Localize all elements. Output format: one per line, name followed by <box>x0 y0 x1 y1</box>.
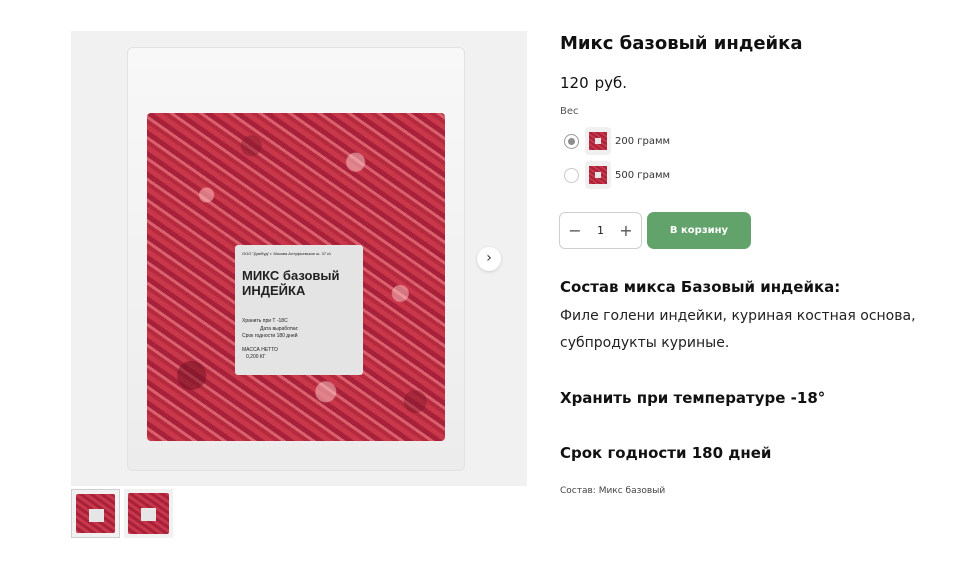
product-price: 120 руб. <box>560 74 627 92</box>
weight-option-label: Вес <box>560 106 579 117</box>
plus-icon[interactable]: + <box>619 221 633 241</box>
weight-option-500[interactable]: 500 грамм <box>564 160 670 190</box>
price-currency: руб. <box>594 74 628 92</box>
chevron-right-icon: › <box>486 250 492 266</box>
package-label: ООО "ДикФуд" г. Москва Алтуфьевское ш. 3… <box>235 245 363 375</box>
thumbnail-image <box>76 494 115 533</box>
quantity-value[interactable]: 1 <box>597 224 604 237</box>
package-image: ООО "ДикФуд" г. Москва Алтуфьевское ш. 3… <box>127 47 465 471</box>
product-title: Микс базовый индейка <box>560 33 803 54</box>
label-mass-value: 0,200 КГ <box>246 354 266 360</box>
composition-note: Состав: Микс базовый <box>560 486 666 496</box>
radio-button[interactable] <box>564 167 579 183</box>
option-label: 500 грамм <box>615 169 671 181</box>
option-label: 200 грамм <box>615 135 671 147</box>
gallery-thumbnail-1[interactable] <box>71 489 120 538</box>
radio-button-selected[interactable] <box>564 133 579 149</box>
label-production-date: Дата выработки: <box>260 326 299 332</box>
add-to-cart-button[interactable]: В корзину <box>647 212 751 249</box>
option-thumbnail <box>585 161 611 189</box>
composition-heading: Состав микса Базовый индейка: <box>560 278 841 296</box>
composition-text: Филе голени индейки, куриная костная осн… <box>560 308 916 351</box>
thumbnail-image <box>128 493 169 534</box>
label-shelf-life: Срок годности 180 дней <box>242 333 298 339</box>
label-product-name: МИКС базовый ИНДЕЙКА <box>242 268 340 298</box>
label-company: ООО "ДикФуд" г. Москва Алтуфьевское ш. 3… <box>242 251 332 256</box>
product-main-image[interactable]: ООО "ДикФуд" г. Москва Алтуфьевское ш. 3… <box>71 31 527 486</box>
label-storage: Хранить при Т -18С <box>242 318 288 324</box>
gallery-next-button[interactable]: › <box>477 247 501 271</box>
weight-option-200[interactable]: 200 грамм <box>564 126 670 156</box>
price-value: 120 <box>560 74 589 92</box>
quantity-stepper: − 1 + <box>559 212 642 249</box>
storage-info: Хранить при температуре -18° <box>560 389 826 407</box>
option-thumbnail <box>585 127 611 155</box>
gallery-thumbnail-2[interactable] <box>124 489 173 538</box>
minus-icon[interactable]: − <box>568 221 582 241</box>
shelf-life-info: Срок годности 180 дней <box>560 444 772 462</box>
label-mass-title: МАССА НЕТТО <box>242 347 278 353</box>
